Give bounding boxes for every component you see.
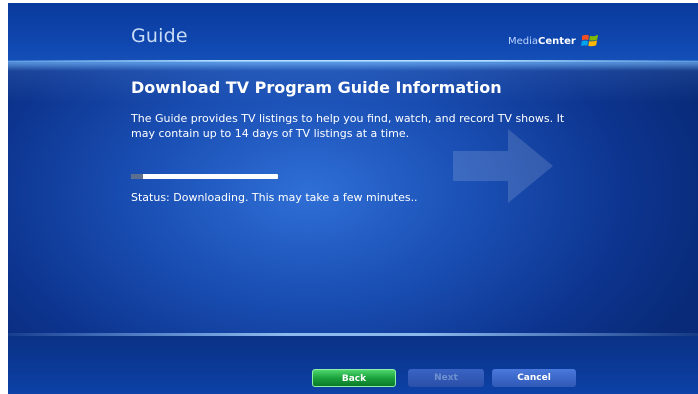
guide-description: The Guide provides TV listings to help y… [131,112,565,140]
media-center-screen: Guide MediaCenter Download TV Program Gu… [8,3,698,394]
media-center-brand: MediaCenter [508,36,576,47]
cancel-button[interactable]: Cancel [492,369,576,387]
brand-text-center: Center [538,36,576,47]
brand-text-media: Media [508,36,539,47]
page-title: Guide [131,25,188,47]
download-progress-fill [131,174,143,179]
windows-logo-icon [581,34,598,47]
download-status: Status: Downloading. This may take a few… [131,191,418,204]
next-button[interactable]: Next [408,369,484,387]
section-heading: Download TV Program Guide Information [131,78,502,97]
download-progress-bar [131,174,278,179]
back-button[interactable]: Back [312,369,396,387]
header-bar [8,3,698,61]
